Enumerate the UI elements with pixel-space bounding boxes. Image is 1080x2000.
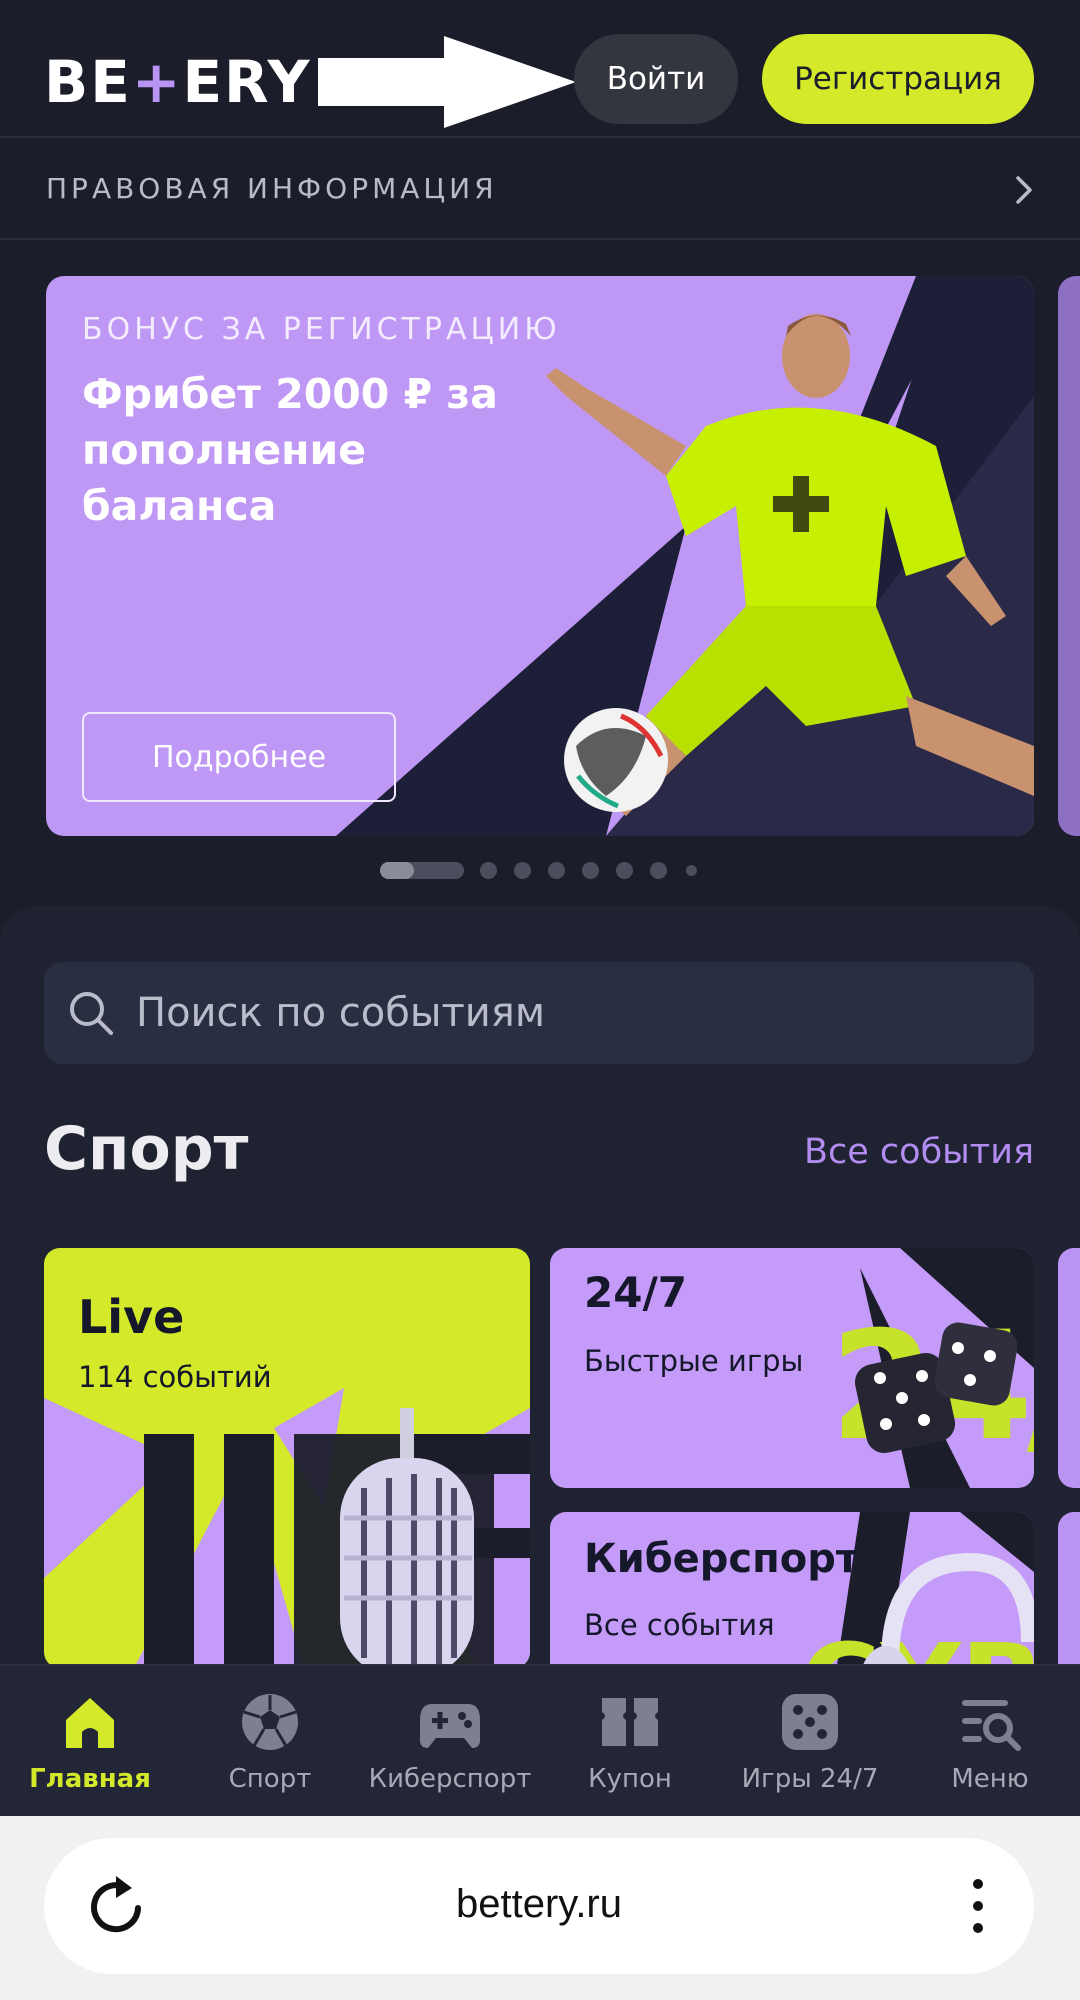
- bettery-logo[interactable]: BE+ERY: [44, 52, 312, 112]
- coupon-icon: [602, 1698, 658, 1746]
- sport-section-title: Спорт: [44, 1114, 249, 1184]
- carousel-dot[interactable]: [616, 862, 633, 879]
- address-bar[interactable]: bettery.ru: [44, 1838, 1034, 1974]
- register-button[interactable]: Регистрация: [762, 34, 1034, 124]
- login-button[interactable]: Войти: [574, 34, 738, 124]
- next-tile-peek[interactable]: [1058, 1248, 1080, 1488]
- gamepad-icon: [420, 1704, 480, 1748]
- logo-text-right: ERY: [182, 48, 312, 116]
- esports-tile-subtitle: Все события: [584, 1608, 775, 1642]
- carousel-indicator: [380, 860, 710, 880]
- nav-label-sport: Спорт: [228, 1764, 312, 1794]
- nav-label-menu: Меню: [951, 1764, 1029, 1794]
- next-banner-peek[interactable]: [1058, 276, 1080, 836]
- home-icon: [66, 1698, 114, 1748]
- carousel-dot[interactable]: [548, 862, 565, 879]
- carousel-dot[interactable]: [480, 862, 497, 879]
- nav-item-sport[interactable]: Спорт: [180, 1666, 360, 1818]
- bottom-navigation: Главная Спорт Киберспорт Купон Игры 24/7…: [0, 1664, 1080, 1816]
- carousel-dot[interactable]: [686, 865, 697, 876]
- search-icon: [70, 992, 113, 1035]
- nav-item-menu[interactable]: Меню: [900, 1666, 1080, 1818]
- logo-plus: +: [131, 48, 183, 116]
- main-panel: Спорт Все события: [0, 906, 1080, 1712]
- nav-label-coupon: Купон: [588, 1764, 672, 1794]
- nav-item-games[interactable]: Игры 24/7: [720, 1666, 900, 1818]
- banner-kicker: БОНУС ЗА РЕГИСТРАЦИЮ: [82, 312, 561, 347]
- live-tile[interactable]: Live 114 событий: [44, 1248, 530, 1668]
- fast-games-tile[interactable]: 24/7 24/7 Быстрые игры: [550, 1248, 1034, 1488]
- url-text[interactable]: bettery.ru: [44, 1882, 1034, 1927]
- live-tile-subtitle: 114 событий: [78, 1360, 272, 1394]
- nav-label-home: Главная: [29, 1764, 151, 1794]
- carousel-dot[interactable]: [514, 862, 531, 879]
- search-input[interactable]: [136, 962, 996, 1064]
- top-header: BE+ERY Войти Регистрация: [0, 0, 1080, 138]
- fast-games-tile-subtitle: Быстрые игры: [584, 1344, 804, 1378]
- live-tile-title: Live: [78, 1290, 185, 1344]
- carousel-dot[interactable]: [650, 862, 667, 879]
- nav-item-coupon[interactable]: Купон: [540, 1666, 720, 1818]
- menu-search-icon: [962, 1700, 1021, 1751]
- more-options-icon[interactable]: [972, 1876, 984, 1936]
- soccer-ball-icon: [242, 1694, 298, 1750]
- chevron-right-icon: [1016, 176, 1032, 204]
- esports-tile-title: Киберспорт: [584, 1536, 860, 1582]
- banner-details-button[interactable]: Подробнее: [82, 712, 396, 802]
- search-bar[interactable]: [44, 962, 1034, 1064]
- carousel-dot[interactable]: [582, 862, 599, 879]
- browser-toolbar: bettery.ru: [0, 1816, 1080, 2000]
- all-events-link[interactable]: Все события: [804, 1132, 1034, 1172]
- logo-text-left: BE: [44, 48, 132, 116]
- legal-info-label: ПРАВОВАЯ ИНФОРМАЦИЯ: [46, 172, 498, 205]
- promo-banner[interactable]: БОНУС ЗА РЕГИСТРАЦИЮ Фрибет 2000 ₽ за по…: [46, 276, 1034, 836]
- nav-item-esports[interactable]: Киберспорт: [360, 1666, 540, 1818]
- carousel-dot-active[interactable]: [380, 862, 464, 879]
- nav-item-home[interactable]: Главная: [0, 1666, 180, 1818]
- nav-label-games: Игры 24/7: [741, 1764, 879, 1794]
- fast-games-tile-title: 24/7: [584, 1268, 688, 1317]
- legal-info-row[interactable]: ПРАВОВАЯ ИНФОРМАЦИЯ: [0, 140, 1080, 240]
- arrow-annotation-icon: [318, 36, 576, 128]
- dice-icon: [782, 1694, 838, 1750]
- banner-title: Фрибет 2000 ₽ за пополнение баланса: [82, 370, 498, 530]
- nav-label-esports: Киберспорт: [368, 1764, 532, 1794]
